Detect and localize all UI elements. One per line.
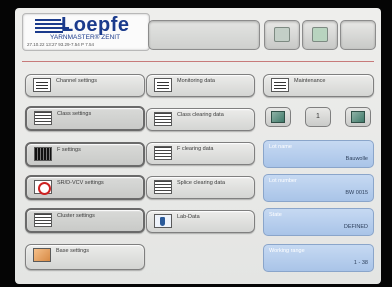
blank-header-button[interactable] bbox=[340, 20, 376, 50]
cluster-matrix-icon bbox=[34, 213, 52, 227]
base-settings-button[interactable]: Base settings bbox=[25, 244, 145, 270]
brand-logo-box: Loepfe YARNMASTER® ZENIT 27.10.22 13:27 … bbox=[22, 13, 150, 51]
f-settings-button[interactable]: F settings bbox=[25, 142, 145, 167]
splice-clearing-data-button[interactable]: Splice clearing data bbox=[146, 176, 255, 199]
class-matrix-icon bbox=[34, 111, 52, 125]
export-icon bbox=[312, 27, 328, 42]
page-number: 1 bbox=[305, 107, 331, 127]
base-icon bbox=[33, 248, 51, 262]
header-message-field bbox=[148, 20, 260, 50]
no-sign-icon bbox=[34, 180, 52, 195]
working-range-label: Working range bbox=[269, 248, 305, 254]
lot-name-label: Lot name bbox=[269, 144, 292, 150]
channel-lines-icon bbox=[33, 78, 51, 92]
channel-settings-label: Channel settings bbox=[56, 78, 97, 84]
f-data-icon bbox=[154, 146, 172, 160]
lab-data-button[interactable]: Lab-Data bbox=[146, 210, 255, 233]
touch-screen: Loepfe YARNMASTER® ZENIT 27.10.22 13:27 … bbox=[15, 8, 381, 284]
cluster-settings-label: Cluster settings bbox=[57, 213, 95, 219]
flask-icon bbox=[154, 214, 172, 228]
checklist-icon bbox=[274, 27, 290, 42]
channel-settings-button[interactable]: Channel settings bbox=[25, 74, 145, 97]
document-icon bbox=[154, 78, 172, 92]
map-right-button[interactable] bbox=[345, 107, 371, 127]
map-left-button[interactable] bbox=[265, 107, 291, 127]
maintenance-button[interactable]: Maintenance bbox=[263, 74, 374, 97]
export-button[interactable] bbox=[302, 20, 338, 50]
product-name: YARNMASTER® ZENIT bbox=[50, 34, 121, 41]
lab-data-label: Lab-Data bbox=[177, 214, 200, 220]
class-settings-button[interactable]: Class settings bbox=[25, 106, 145, 131]
srvd-vcv-settings-label: SR/D-VCV settings bbox=[57, 180, 104, 186]
lot-name-panel: Lot name Bauwolle bbox=[263, 140, 374, 168]
class-settings-label: Class settings bbox=[57, 111, 92, 117]
lot-name-value: Bauwolle bbox=[345, 156, 368, 162]
cluster-settings-button[interactable]: Cluster settings bbox=[25, 208, 145, 233]
state-panel: State DEFINED bbox=[263, 208, 374, 236]
lot-number-panel: Lot number BW 0015 bbox=[263, 174, 374, 202]
maintenance-label: Maintenance bbox=[294, 78, 326, 84]
f-settings-label: F settings bbox=[57, 147, 81, 153]
class-clearing-data-label: Class clearing data bbox=[177, 112, 224, 118]
f-clearing-data-label: F clearing data bbox=[177, 146, 214, 152]
state-value: DEFINED bbox=[343, 224, 368, 230]
monitoring-data-label: Monitoring data bbox=[177, 78, 215, 84]
class-data-icon bbox=[154, 112, 172, 126]
splice-clearing-data-label: Splice clearing data bbox=[177, 180, 226, 186]
base-settings-label: Base settings bbox=[56, 248, 90, 254]
status-line: 27.10.22 13:27 93.29-7.54 P 7.54 bbox=[27, 42, 94, 47]
class-clearing-data-button[interactable]: Class clearing data bbox=[146, 108, 255, 131]
f-clearing-data-button[interactable]: F clearing data bbox=[146, 142, 255, 165]
tools-icon bbox=[271, 78, 289, 92]
lot-number-label: Lot number bbox=[269, 178, 297, 184]
checklist-button[interactable] bbox=[264, 20, 300, 50]
monitoring-data-button[interactable]: Monitoring data bbox=[146, 74, 255, 97]
working-range-value: 1 - 38 bbox=[353, 260, 368, 266]
lot-number-value: BW 0015 bbox=[345, 190, 368, 196]
state-label: State bbox=[269, 212, 282, 218]
srvd-vcv-settings-button[interactable]: SR/D-VCV settings bbox=[25, 175, 145, 200]
f-matrix-icon bbox=[34, 147, 52, 161]
splice-data-icon bbox=[154, 180, 172, 194]
map-left-icon bbox=[271, 111, 285, 123]
map-right-icon bbox=[351, 111, 365, 123]
header-divider bbox=[22, 61, 374, 62]
working-range-panel: Working range 1 - 38 bbox=[263, 244, 374, 272]
